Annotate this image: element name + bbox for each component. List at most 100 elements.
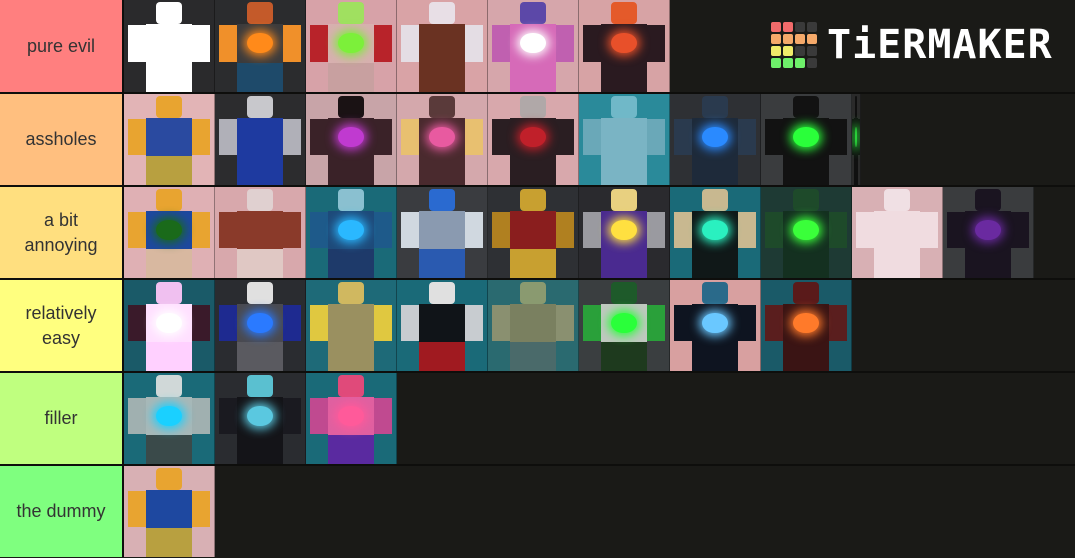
figure-arm-r bbox=[192, 397, 211, 434]
figure-arm-l bbox=[127, 490, 146, 527]
character-tile[interactable] bbox=[670, 187, 761, 278]
figure-arm-l bbox=[491, 304, 510, 341]
figure-head bbox=[520, 1, 546, 24]
character-tile[interactable] bbox=[488, 187, 579, 278]
figure-arm-r bbox=[647, 24, 666, 62]
character-tile[interactable] bbox=[124, 94, 215, 185]
figure-leg-l bbox=[509, 248, 533, 278]
character-tile[interactable] bbox=[488, 94, 579, 185]
character-tile[interactable] bbox=[943, 187, 1034, 278]
character-tile[interactable] bbox=[215, 373, 306, 464]
character-tile[interactable] bbox=[306, 187, 397, 278]
figure-arm-r bbox=[738, 304, 757, 341]
figure-leg-l bbox=[327, 248, 351, 278]
character-tile[interactable] bbox=[124, 280, 215, 371]
character-tile[interactable] bbox=[397, 280, 488, 371]
figure-arm-r bbox=[556, 304, 575, 341]
figure-arm-l bbox=[491, 211, 510, 248]
figure-arm-r bbox=[192, 24, 211, 62]
logo-cell bbox=[807, 34, 817, 44]
character-tile[interactable] bbox=[579, 94, 670, 185]
character-tile[interactable] bbox=[215, 0, 306, 92]
figure-arm-r bbox=[283, 397, 302, 434]
character-figure bbox=[761, 280, 851, 371]
character-tile[interactable] bbox=[761, 280, 852, 371]
character-tile[interactable] bbox=[488, 280, 579, 371]
character-tile[interactable] bbox=[397, 0, 488, 92]
character-tile[interactable] bbox=[761, 94, 852, 185]
character-figure bbox=[306, 94, 396, 185]
figure-arm-r bbox=[283, 211, 302, 248]
figure-leg-r bbox=[442, 155, 466, 185]
character-tile[interactable] bbox=[124, 187, 215, 278]
figure-leg-r bbox=[624, 155, 648, 185]
figure-arm-l bbox=[582, 304, 601, 341]
character-tile[interactable] bbox=[215, 280, 306, 371]
character-tile[interactable] bbox=[215, 187, 306, 278]
figure-leg-r bbox=[533, 341, 557, 371]
character-tile[interactable] bbox=[852, 94, 861, 185]
figure-leg-l bbox=[145, 62, 169, 92]
tier-label[interactable]: filler bbox=[0, 373, 124, 464]
tiermaker-logo[interactable]: TiERMAKER bbox=[771, 20, 1053, 70]
tiermaker-wordmark: TiERMAKER bbox=[827, 22, 1053, 68]
character-tile[interactable] bbox=[306, 94, 397, 185]
logo-cell bbox=[783, 58, 793, 68]
character-tile[interactable] bbox=[579, 0, 670, 92]
figure-arm-r bbox=[192, 490, 211, 527]
figure-head bbox=[429, 95, 455, 118]
figure-arm-r bbox=[1011, 211, 1030, 248]
character-tile[interactable] bbox=[124, 466, 215, 557]
figure-arm-l bbox=[309, 211, 328, 248]
figure-leg-r bbox=[169, 155, 193, 185]
character-tile[interactable] bbox=[579, 187, 670, 278]
figure-head bbox=[702, 188, 728, 211]
character-tile[interactable] bbox=[761, 187, 852, 278]
figure-head bbox=[156, 1, 182, 24]
character-figure bbox=[670, 187, 760, 278]
figure-leg-l bbox=[327, 62, 351, 92]
figure-leg-r bbox=[533, 248, 557, 278]
figure-arm-r bbox=[647, 304, 666, 341]
character-tile[interactable] bbox=[124, 0, 215, 92]
figure-glow bbox=[793, 312, 819, 333]
figure-glow bbox=[156, 312, 182, 333]
character-figure bbox=[215, 94, 305, 185]
tier-label[interactable]: the dummy bbox=[0, 466, 124, 557]
tier-items bbox=[124, 187, 1034, 278]
character-figure bbox=[124, 280, 214, 371]
figure-head bbox=[247, 281, 273, 304]
figure-head bbox=[156, 95, 182, 118]
character-tile[interactable] bbox=[306, 280, 397, 371]
figure-arm-r bbox=[192, 211, 211, 248]
tier-label[interactable]: a bit annoying bbox=[0, 187, 124, 278]
figure-head bbox=[429, 188, 455, 211]
tier-label[interactable]: relatively easy bbox=[0, 280, 124, 371]
figure-leg-l bbox=[600, 62, 624, 92]
figure-leg-r bbox=[169, 434, 193, 464]
figure-glow bbox=[156, 219, 182, 240]
character-figure bbox=[124, 187, 214, 278]
logo-cell bbox=[795, 58, 805, 68]
character-tile[interactable] bbox=[124, 373, 215, 464]
character-tile[interactable] bbox=[306, 373, 397, 464]
tier-label[interactable]: assholes bbox=[0, 94, 124, 185]
figure-head bbox=[611, 95, 637, 118]
character-tile[interactable] bbox=[397, 187, 488, 278]
figure-leg-l bbox=[509, 155, 533, 185]
character-tile[interactable] bbox=[670, 280, 761, 371]
character-tile[interactable] bbox=[670, 94, 761, 185]
logo-cell bbox=[807, 58, 817, 68]
tier-label[interactable]: pure evil bbox=[0, 0, 124, 92]
character-figure bbox=[488, 94, 578, 185]
character-tile[interactable] bbox=[215, 94, 306, 185]
figure-head bbox=[884, 188, 910, 211]
figure-arm-r bbox=[283, 304, 302, 341]
character-tile[interactable] bbox=[852, 187, 943, 278]
character-tile[interactable] bbox=[397, 94, 488, 185]
character-tile[interactable] bbox=[579, 280, 670, 371]
character-tile[interactable] bbox=[306, 0, 397, 92]
figure-head bbox=[520, 188, 546, 211]
figure-leg-l bbox=[418, 248, 442, 278]
character-tile[interactable] bbox=[488, 0, 579, 92]
